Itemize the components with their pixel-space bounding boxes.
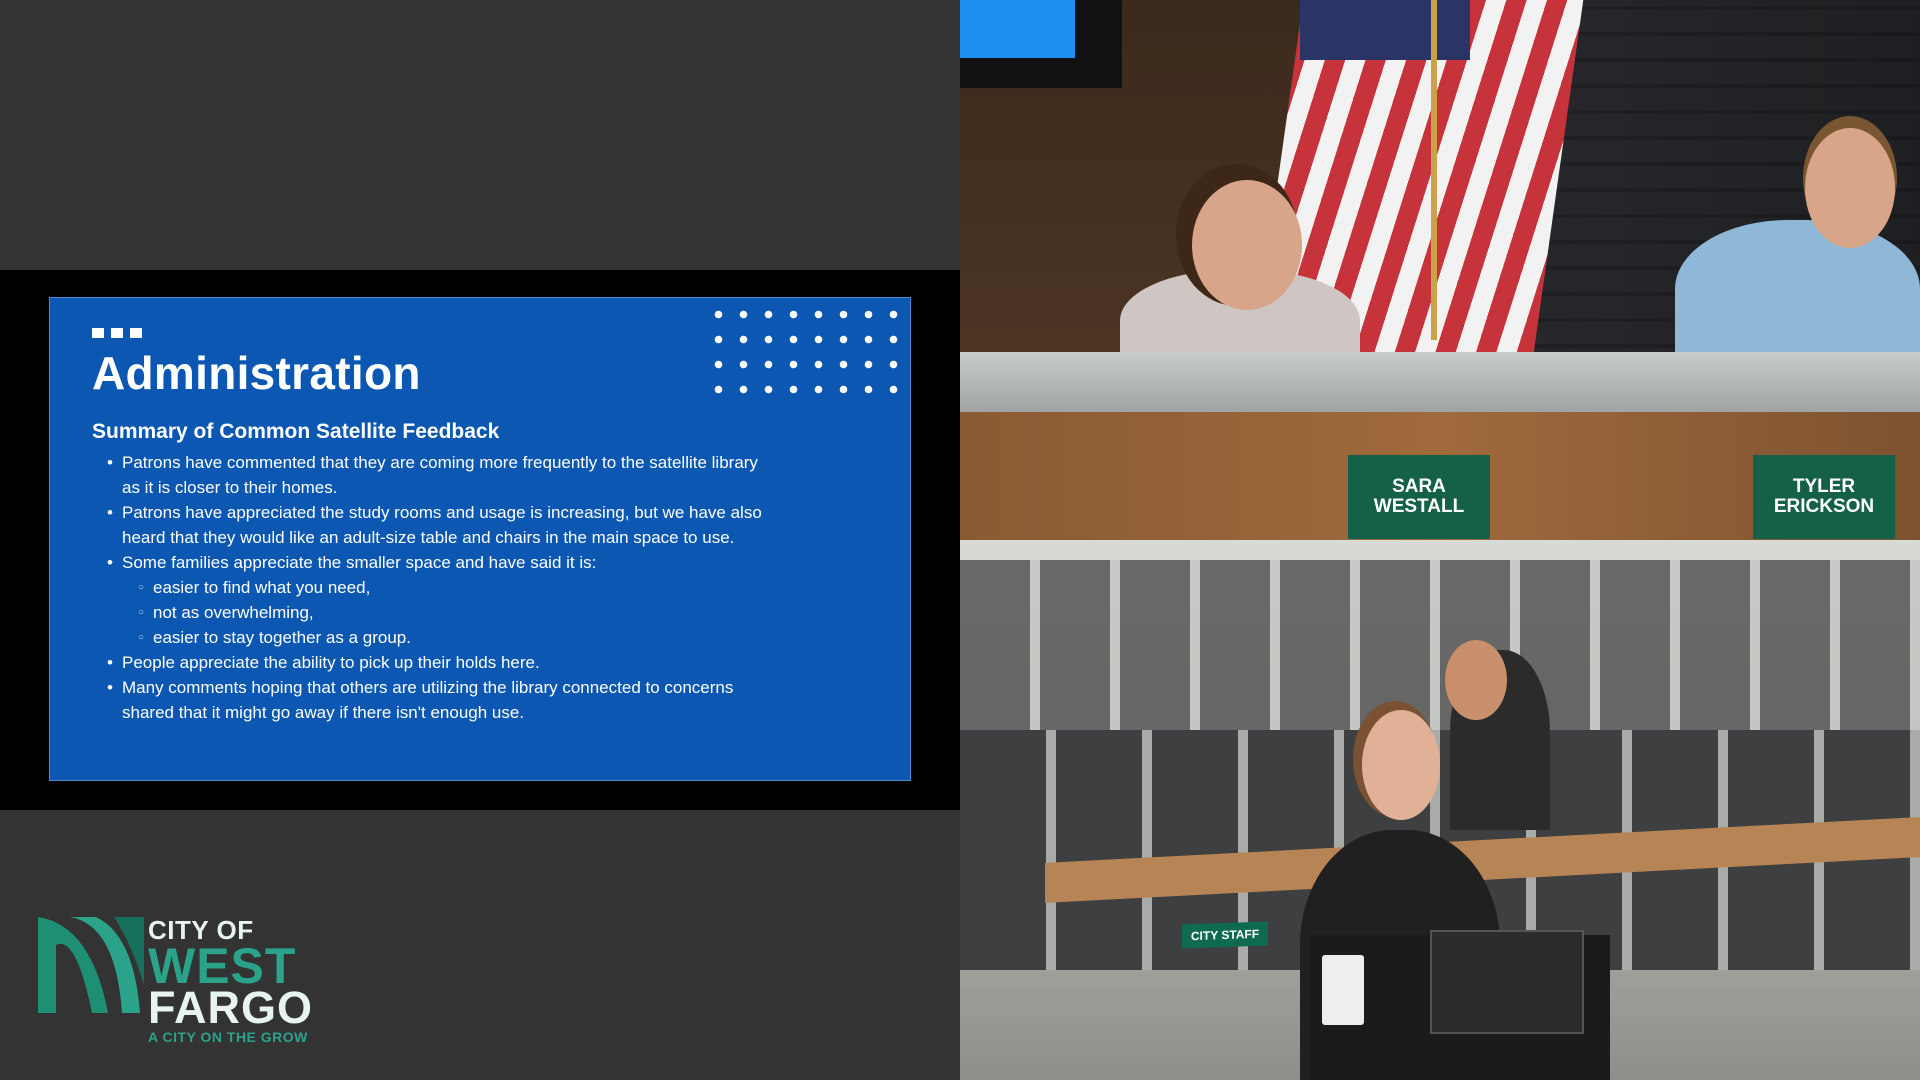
slide-sub-bullet: not as overwhelming,	[92, 600, 872, 625]
council-member-left-head	[1192, 180, 1302, 310]
slide-bullet: Patrons have commented that they are com…	[92, 450, 872, 475]
city-staff-sign: CITY STAFF	[1182, 921, 1268, 949]
logo-fargo: FARGO	[148, 982, 314, 1033]
slide-bullet: People appreciate the ability to pick up…	[92, 650, 872, 675]
slide-bullet: heard that they would like an adult-size…	[122, 528, 735, 547]
slide-subtitle: Summary of Common Satellite Feedback	[92, 420, 500, 443]
nameplate-left-label: SARA WESTALL	[1373, 476, 1465, 517]
dot-grid-decoration	[710, 306, 900, 406]
logo-mark-icon	[38, 917, 144, 1013]
staff-member-back-head	[1445, 640, 1507, 720]
laptop	[1430, 930, 1584, 1034]
council-camera-feed: SARA WESTALL TYLER ERICKSON	[960, 0, 1920, 540]
slide-sub-bullet: easier to stay together as a group.	[92, 625, 872, 650]
decor-square	[92, 328, 104, 338]
logo-wordmark: CITY OF WEST FARGO A CITY ON THE GROW	[148, 917, 313, 1044]
slide-bullet: Some families appreciate the smaller spa…	[92, 550, 872, 575]
slide-bullet: as it is closer to their homes.	[122, 478, 338, 497]
drink-cup	[1322, 955, 1364, 1025]
decor-square	[111, 328, 123, 338]
council-member-right-head	[1805, 128, 1895, 248]
decor-square	[130, 328, 142, 338]
slide-title: Administration	[92, 347, 421, 399]
nameplate-left: SARA WESTALL	[1348, 455, 1490, 539]
monitor-screen	[960, 0, 1075, 58]
slide-bullet-list: Patrons have commented that they are com…	[92, 450, 872, 725]
logo-tagline: A CITY ON THE GROW	[148, 1029, 308, 1045]
flag-canton	[1300, 0, 1470, 60]
council-member-right	[1675, 220, 1920, 370]
presenter-head	[1362, 710, 1440, 820]
city-logo: CITY OF WEST FARGO A CITY ON THE GROW	[36, 915, 316, 1045]
presentation-slide: Administration Summary of Common Satelli…	[49, 297, 911, 781]
dais-top	[960, 352, 1920, 412]
podium-camera-feed: CITY STAFF	[960, 540, 1920, 1080]
wall-monitor	[960, 0, 1122, 88]
slide-sub-bullet: easier to find what you need,	[92, 575, 872, 600]
slide-bullet: Patrons have appreciated the study rooms…	[92, 500, 872, 525]
nameplate-right-label: TYLER ERICKSON	[1773, 476, 1875, 517]
nameplate-right: TYLER ERICKSON	[1753, 455, 1895, 539]
slide-bullet: Many comments hoping that others are uti…	[92, 675, 872, 700]
flag-pole	[1431, 0, 1437, 340]
slide-bullet: shared that it might go away if there is…	[122, 703, 525, 722]
